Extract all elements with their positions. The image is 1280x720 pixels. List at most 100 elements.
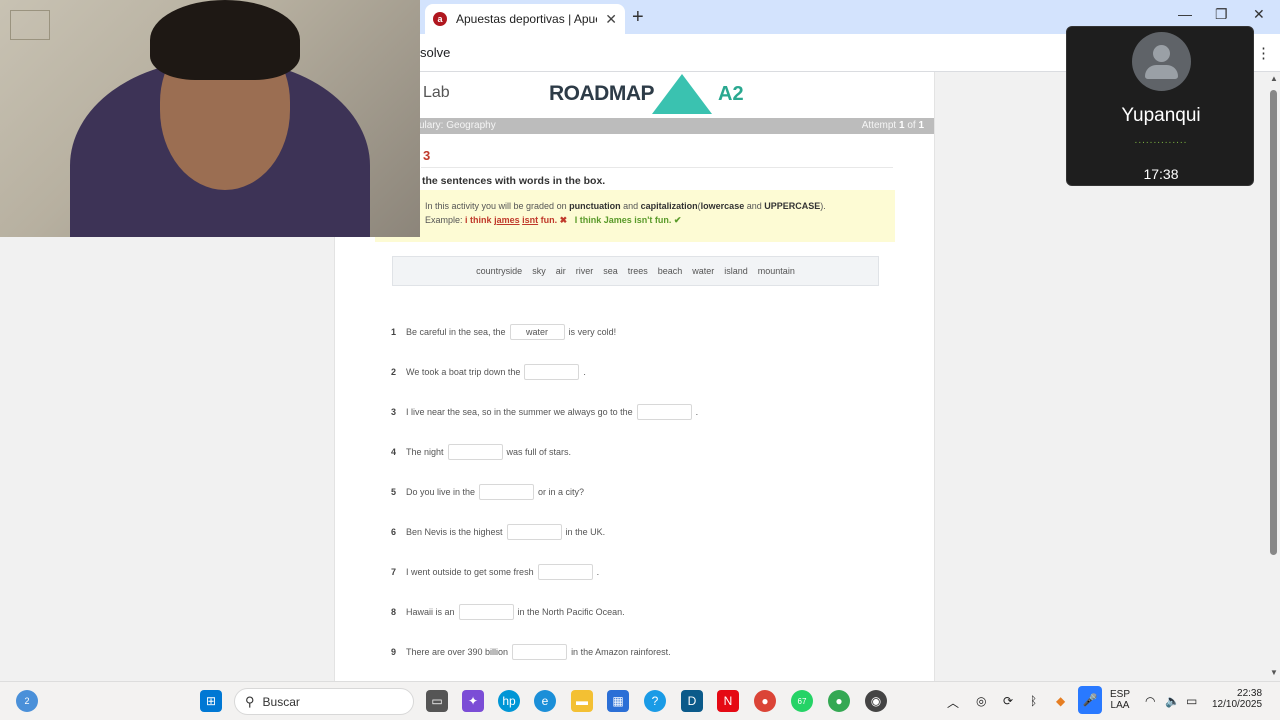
answer-input[interactable] (524, 364, 580, 380)
windows-start-icon[interactable]: ⊞ (200, 690, 222, 712)
tab-close-icon[interactable]: ✕ (605, 11, 617, 28)
example-wrong: i think james isnt fun. ✖ (465, 215, 570, 225)
question-text-after: in the Amazon rainforest. (571, 647, 671, 657)
notice-punctuation: punctuation (569, 201, 621, 211)
microphone-icon[interactable]: 🎤 (1078, 686, 1102, 714)
app-icon[interactable]: ◉ (865, 690, 887, 712)
answer-input[interactable] (447, 444, 503, 460)
answer-input[interactable] (512, 644, 568, 660)
tray-orange-icon[interactable]: ◆ (1056, 694, 1065, 708)
copilot-icon[interactable]: ✦ (462, 690, 484, 712)
question-number: 5 (391, 487, 397, 497)
url-field[interactable]: solve (420, 45, 450, 60)
scrollbar-thumb[interactable] (1270, 90, 1277, 555)
question-row: 9 There are over 390 billion in the Amazon… (391, 644, 671, 660)
weather-icon[interactable]: 2 (16, 690, 38, 712)
question-row: 1 Be careful in the sea, the water is very … (391, 324, 616, 340)
chrome-icon[interactable]: ● (754, 690, 776, 712)
notice-text: and (623, 201, 639, 211)
edge-icon[interactable]: e (534, 690, 556, 712)
browser-tab[interactable]: a Apuestas deportivas | Apuestas ✕ (425, 4, 625, 34)
notice-capitalization: capitalization (640, 201, 698, 211)
call-status-dots: .............. (1134, 135, 1188, 146)
close-window-button[interactable]: ✕ (1253, 6, 1265, 23)
file-explorer-icon[interactable]: ▬ (571, 690, 593, 712)
person-hair (150, 0, 300, 80)
attempt-current: 1 (898, 120, 905, 131)
question-text-before: There are over 390 billion (406, 647, 509, 657)
browser-menu-icon[interactable]: ⋮ (1256, 44, 1271, 62)
language-indicator[interactable]: ESP LAA (1110, 689, 1130, 711)
answer-input[interactable] (458, 604, 514, 620)
attempt-of: of (907, 120, 916, 131)
cross-icon: ✖ (559, 215, 568, 225)
word-option: beach (657, 266, 683, 276)
scroll-up-icon[interactable]: ▲ (1270, 74, 1278, 83)
help-icon[interactable]: ? (644, 690, 666, 712)
whatsapp-badge: 67 (797, 696, 807, 706)
attempt-label: Attempt (861, 120, 897, 131)
question-number: 9 (391, 647, 397, 657)
webcam-video (0, 0, 420, 237)
page-scrollbar[interactable]: ▲ ▼ (1268, 72, 1280, 681)
netflix-icon[interactable]: N (717, 690, 739, 712)
attempt-counter: Attempt 1 of 1 (862, 120, 924, 131)
taskbar: 2 ⊞ ⚲ Buscar ▭ ✦ hp e ▬ ▦ ? D N ● 67 ● ◉… (0, 681, 1280, 720)
wall-detail (10, 10, 50, 40)
question-row: 3 I live near the sea, so in the summer w… (391, 404, 698, 420)
keyboard-layout: LAA (1110, 700, 1130, 711)
tray-chevron-icon[interactable]: ︿ (947, 694, 959, 711)
divider (421, 167, 893, 168)
new-tab-button[interactable]: + (632, 6, 644, 29)
site-favicon-icon: a (433, 12, 447, 26)
word-option: trees (627, 266, 648, 276)
correct-part: I think James isn't fun. (574, 215, 672, 225)
breadcrumb: ulary: Geography (419, 120, 496, 131)
answer-input[interactable] (636, 404, 692, 420)
question-text-after: . (695, 407, 699, 417)
answer-input[interactable] (506, 524, 562, 540)
clock[interactable]: 22:38 12/10/2025 (1212, 688, 1262, 710)
taskbar-search[interactable]: ⚲ Buscar (234, 688, 414, 715)
search-placeholder: Buscar (262, 694, 300, 709)
tray-sync-icon[interactable]: ⟳ (1003, 694, 1013, 708)
word-box: countryside sky air river sea trees beach water… (392, 256, 879, 286)
weather-badge: 2 (24, 696, 30, 706)
notice-text: ). (820, 201, 826, 211)
scroll-down-icon[interactable]: ▼ (1270, 668, 1278, 677)
word-option: water (692, 266, 715, 276)
restore-button[interactable]: ❐ (1215, 6, 1228, 23)
question-number: 7 (391, 567, 397, 577)
question-number: 6 (391, 527, 397, 537)
exercise-instruction: the sentences with words in the box. (422, 175, 606, 187)
volume-icon[interactable]: 🔈 (1165, 694, 1180, 708)
answer-input[interactable] (537, 564, 593, 580)
battery-icon[interactable]: ▭ (1186, 694, 1197, 708)
chrome-profile-icon[interactable]: ● (828, 690, 850, 712)
whatsapp-icon[interactable]: 67 (791, 690, 813, 712)
hp-icon[interactable]: hp (498, 690, 520, 712)
answer-input[interactable] (479, 484, 535, 500)
tray-app-icon[interactable]: ◎ (976, 694, 986, 708)
wrong-part: isnt (522, 215, 539, 225)
avatar-body (1145, 65, 1178, 79)
word-option: river (575, 266, 594, 276)
store-icon[interactable]: ▦ (607, 690, 629, 712)
wrong-part: fun. (540, 215, 558, 225)
exercise-page: Lab ROADMAP A2 ulary: Geography Attempt … (334, 72, 935, 681)
question-text-after: . (583, 367, 586, 377)
word-option: air (555, 266, 566, 276)
wifi-icon[interactable]: ◠ (1145, 694, 1155, 708)
task-view-icon[interactable]: ▭ (426, 690, 448, 712)
question-row: 2 We took a boat trip down the. (391, 364, 586, 380)
bluetooth-icon[interactable]: ᛒ (1030, 694, 1037, 708)
disney-icon[interactable]: D (681, 690, 703, 712)
answer-input[interactable]: water (509, 324, 565, 340)
clock-date: 12/10/2025 (1212, 699, 1263, 710)
notice-uppercase: UPPERCASE (764, 201, 821, 211)
search-icon: ⚲ (245, 693, 255, 709)
call-overlay[interactable]: Yupanqui .............. 17:38 (1066, 26, 1254, 186)
minimize-button[interactable]: — (1178, 6, 1192, 22)
question-text-before: We took a boat trip down the (406, 367, 521, 377)
notice-lowercase: lowercase (700, 201, 745, 211)
